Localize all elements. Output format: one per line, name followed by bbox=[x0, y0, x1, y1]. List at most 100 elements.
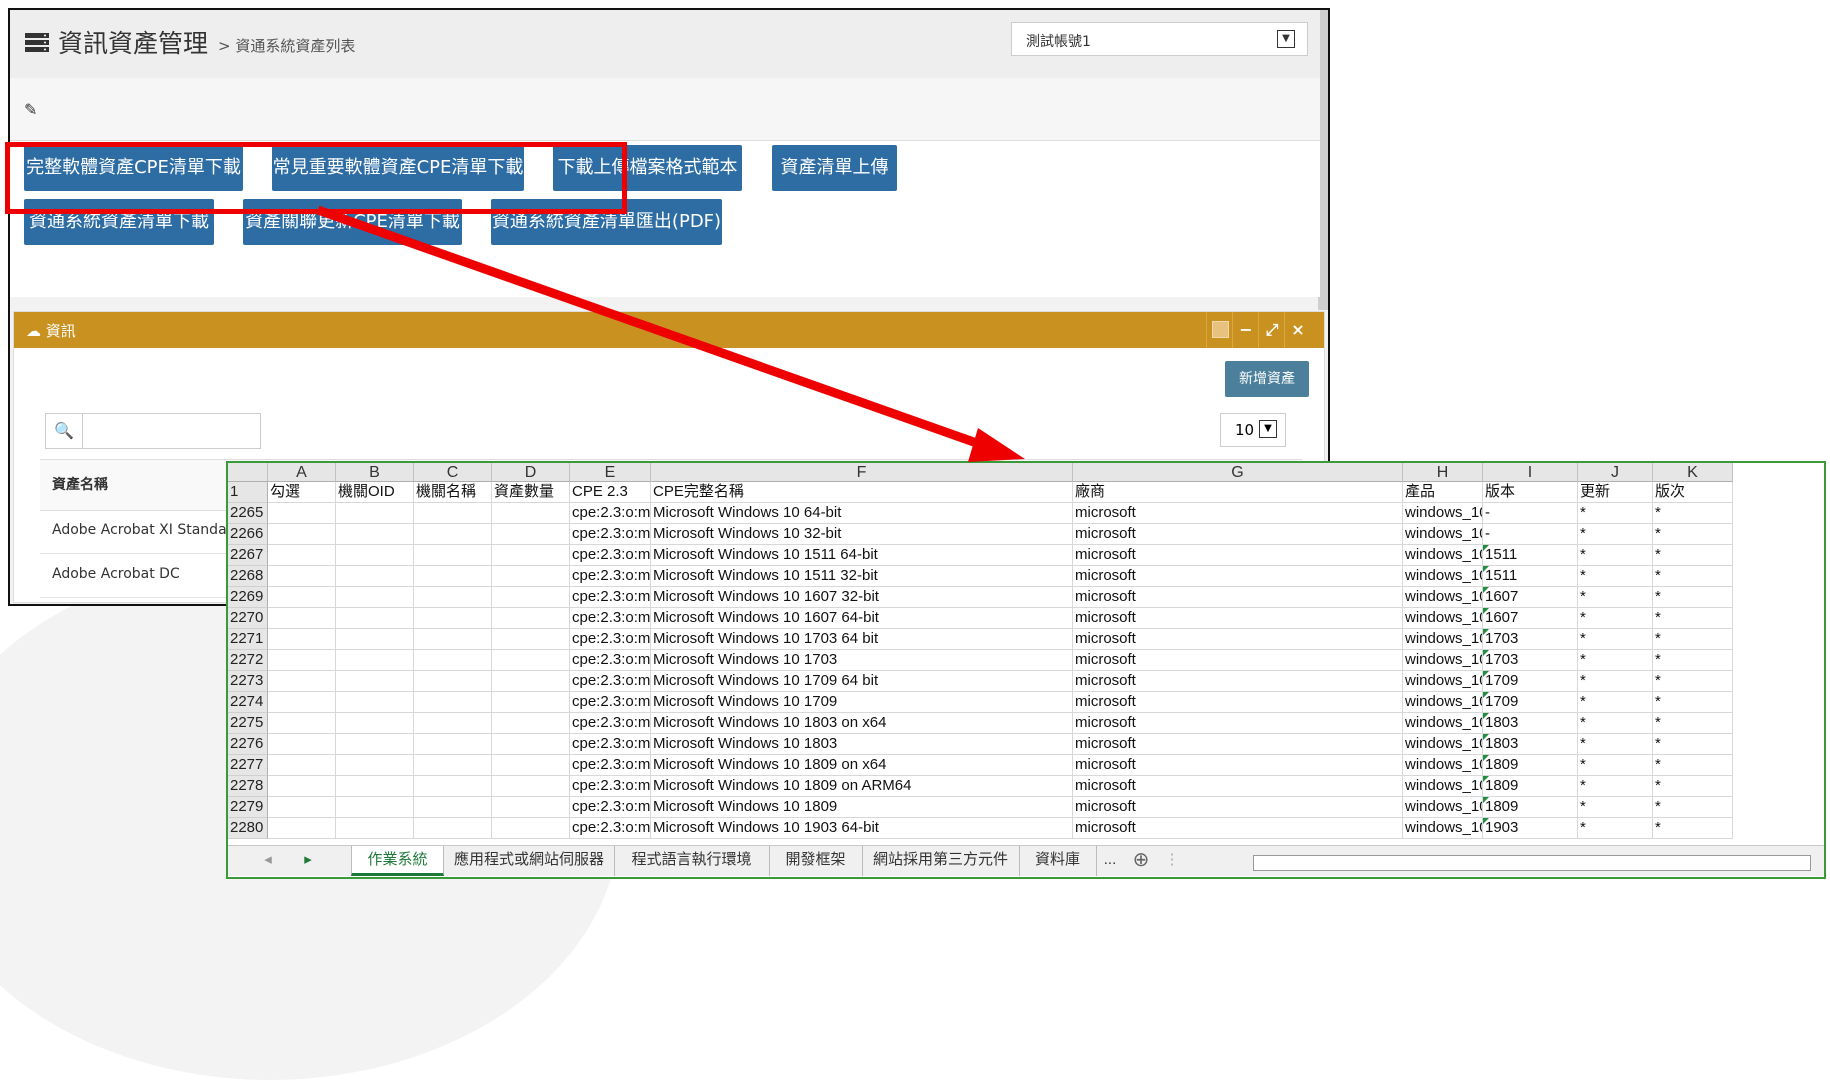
header-cell-cpe[interactable]: CPE 2.3 bbox=[570, 482, 651, 503]
cell-vendor[interactable]: microsoft bbox=[1073, 692, 1403, 713]
add-asset-button[interactable]: 新增資產 bbox=[1225, 361, 1309, 397]
breadcrumb[interactable]: > 資通系統資產列表 bbox=[218, 35, 355, 56]
cell-agency[interactable] bbox=[414, 734, 492, 755]
cell-update[interactable]: * bbox=[1578, 776, 1653, 797]
cell-product[interactable]: windows_10 bbox=[1403, 755, 1483, 776]
cell-update[interactable]: * bbox=[1578, 713, 1653, 734]
scroll-right-icon[interactable]: ▸ bbox=[288, 846, 328, 876]
cell-version[interactable]: 1709 bbox=[1483, 671, 1578, 692]
cell-product[interactable]: windows_10 bbox=[1403, 776, 1483, 797]
header-cell-vendor[interactable]: 廠商 bbox=[1073, 482, 1403, 503]
cell-cpe[interactable]: cpe:2.3:o:microsoft:windows_10:1607:*:*:… bbox=[570, 587, 651, 608]
cell-agency[interactable] bbox=[414, 713, 492, 734]
cell-check[interactable] bbox=[268, 818, 336, 839]
cell-cpe[interactable]: cpe:2.3:o:microsoft:windows_10:1703:*:*:… bbox=[570, 629, 651, 650]
cell-edition[interactable]: * bbox=[1653, 797, 1733, 818]
cell-product[interactable]: windows_10 bbox=[1403, 818, 1483, 839]
cell-edition[interactable]: * bbox=[1653, 503, 1733, 524]
cell-count[interactable] bbox=[492, 608, 570, 629]
cell-product[interactable]: windows_10 bbox=[1403, 608, 1483, 629]
cell-agency[interactable] bbox=[414, 755, 492, 776]
cell-count[interactable] bbox=[492, 713, 570, 734]
cell-vendor[interactable]: microsoft bbox=[1073, 755, 1403, 776]
cell-product[interactable]: windows_10 bbox=[1403, 524, 1483, 545]
cell-update[interactable]: * bbox=[1578, 503, 1653, 524]
cell-count[interactable] bbox=[492, 650, 570, 671]
cell-cpe[interactable]: cpe:2.3:o:microsoft:windows_10:1903:*:*:… bbox=[570, 818, 651, 839]
cell-product[interactable]: windows_10 bbox=[1403, 734, 1483, 755]
cell-update[interactable]: * bbox=[1578, 650, 1653, 671]
cell-name[interactable]: Microsoft Windows 10 1607 64-bit bbox=[651, 608, 1073, 629]
cell-vendor[interactable]: microsoft bbox=[1073, 650, 1403, 671]
page-size-select[interactable]: 10 ▼ bbox=[1220, 413, 1286, 447]
row-number[interactable]: 2265 bbox=[228, 503, 268, 524]
cell-edition[interactable]: * bbox=[1653, 650, 1733, 671]
cell-oid[interactable] bbox=[336, 713, 414, 734]
row-number[interactable]: 2269 bbox=[228, 587, 268, 608]
cell-edition[interactable]: * bbox=[1653, 818, 1733, 839]
cell-update[interactable]: * bbox=[1578, 818, 1653, 839]
cell-vendor[interactable]: microsoft bbox=[1073, 524, 1403, 545]
column-header-h[interactable]: H bbox=[1403, 463, 1483, 482]
cell-check[interactable] bbox=[268, 755, 336, 776]
row-number[interactable]: 2274 bbox=[228, 692, 268, 713]
cell-cpe[interactable]: cpe:2.3:o:microsoft:windows_10:1709:*:*:… bbox=[570, 671, 651, 692]
cell-vendor[interactable]: microsoft bbox=[1073, 713, 1403, 734]
header-cell-edition[interactable]: 版次 bbox=[1653, 482, 1733, 503]
cell-check[interactable] bbox=[268, 650, 336, 671]
cell-agency[interactable] bbox=[414, 587, 492, 608]
cell-cpe[interactable]: cpe:2.3:o:microsoft:windows_10:1809:*:*:… bbox=[570, 797, 651, 818]
cell-oid[interactable] bbox=[336, 650, 414, 671]
close-icon[interactable]: × bbox=[1284, 312, 1311, 348]
cell-product[interactable]: windows_10 bbox=[1403, 587, 1483, 608]
cell-check[interactable] bbox=[268, 629, 336, 650]
header-cell-name[interactable]: CPE完整名稱 bbox=[651, 482, 1073, 503]
cell-agency[interactable] bbox=[414, 776, 492, 797]
cell-version[interactable]: - bbox=[1483, 503, 1578, 524]
cell-check[interactable] bbox=[268, 671, 336, 692]
cell-count[interactable] bbox=[492, 755, 570, 776]
cell-count[interactable] bbox=[492, 524, 570, 545]
select-all-corner[interactable] bbox=[228, 463, 268, 482]
row-number[interactable]: 2268 bbox=[228, 566, 268, 587]
cell-name[interactable]: Microsoft Windows 10 64-bit bbox=[651, 503, 1073, 524]
cell-product[interactable]: windows_10 bbox=[1403, 545, 1483, 566]
cell-edition[interactable]: * bbox=[1653, 587, 1733, 608]
cell-oid[interactable] bbox=[336, 503, 414, 524]
cell-update[interactable]: * bbox=[1578, 692, 1653, 713]
cell-cpe[interactable]: cpe:2.3:o:microsoft:windows_10:1803:*:*:… bbox=[570, 713, 651, 734]
column-header-k[interactable]: K bbox=[1653, 463, 1733, 482]
cell-name[interactable]: Microsoft Windows 10 1709 bbox=[651, 692, 1073, 713]
cell-check[interactable] bbox=[268, 566, 336, 587]
column-header-g[interactable]: G bbox=[1073, 463, 1403, 482]
cell-oid[interactable] bbox=[336, 818, 414, 839]
expand-icon[interactable]: ⤢ bbox=[1258, 312, 1285, 348]
cell-count[interactable] bbox=[492, 566, 570, 587]
header-cell-check[interactable]: 勾選 bbox=[268, 482, 336, 503]
cell-cpe[interactable]: cpe:2.3:o:microsoft:windows_10:1511:*:*:… bbox=[570, 566, 651, 587]
cell-product[interactable]: windows_10 bbox=[1403, 503, 1483, 524]
cell-vendor[interactable]: microsoft bbox=[1073, 797, 1403, 818]
cell-vendor[interactable]: microsoft bbox=[1073, 608, 1403, 629]
cell-count[interactable] bbox=[492, 629, 570, 650]
cell-version[interactable]: 1709 bbox=[1483, 692, 1578, 713]
cell-cpe[interactable]: cpe:2.3:o:microsoft:windows_10:-:*:*:*:*… bbox=[570, 503, 651, 524]
cell-name[interactable]: Microsoft Windows 10 32-bit bbox=[651, 524, 1073, 545]
cell-version[interactable]: 1511 bbox=[1483, 566, 1578, 587]
cell-oid[interactable] bbox=[336, 797, 414, 818]
cell-version[interactable]: 1703 bbox=[1483, 650, 1578, 671]
column-header-b[interactable]: B bbox=[336, 463, 414, 482]
cell-edition[interactable]: * bbox=[1653, 755, 1733, 776]
row-number[interactable]: 2267 bbox=[228, 545, 268, 566]
cell-update[interactable]: * bbox=[1578, 587, 1653, 608]
cell-update[interactable]: * bbox=[1578, 671, 1653, 692]
cell-vendor[interactable]: microsoft bbox=[1073, 587, 1403, 608]
cell-agency[interactable] bbox=[414, 629, 492, 650]
cell-update[interactable]: * bbox=[1578, 797, 1653, 818]
tab-framework[interactable]: 開發框架 bbox=[769, 846, 863, 876]
column-header-e[interactable]: E bbox=[570, 463, 651, 482]
cell-check[interactable] bbox=[268, 797, 336, 818]
cell-name[interactable]: Microsoft Windows 10 1703 bbox=[651, 650, 1073, 671]
cell-count[interactable] bbox=[492, 587, 570, 608]
cell-check[interactable] bbox=[268, 713, 336, 734]
